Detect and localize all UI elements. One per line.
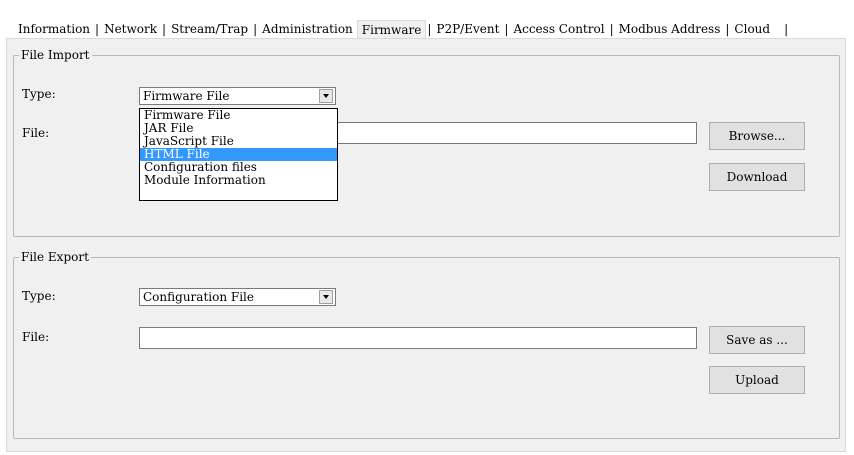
import-file-label: File:	[22, 126, 50, 140]
export-file-input[interactable]	[139, 327, 697, 349]
tab-cloud[interactable]: Cloud	[730, 21, 774, 37]
dropdown-option-module-information[interactable]: Module Information	[140, 174, 337, 187]
import-type-label: Type:	[22, 87, 56, 101]
download-button[interactable]: Download	[709, 163, 805, 191]
file-export-legend: File Export	[19, 249, 91, 265]
tab-p2p-event[interactable]: P2P/Event	[432, 21, 503, 37]
tab-network[interactable]: Network	[100, 21, 161, 37]
file-import-legend: File Import	[19, 47, 92, 63]
save-as-button[interactable]: Save as ...	[709, 326, 805, 354]
upload-button[interactable]: Upload	[709, 366, 805, 394]
export-type-select[interactable]: Configuration File	[139, 288, 336, 306]
export-type-value: Configuration File	[143, 290, 254, 304]
import-type-select[interactable]: Firmware File	[139, 87, 336, 105]
tab-access-control[interactable]: Access Control	[509, 21, 608, 37]
export-file-label: File:	[22, 330, 50, 344]
tab-separator: |	[784, 22, 789, 36]
tab-administration[interactable]: Administration	[258, 21, 357, 37]
tab-stream-trap[interactable]: Stream/Trap	[167, 21, 252, 37]
tab-modbus-address[interactable]: Modbus Address	[615, 21, 725, 37]
tab-information[interactable]: Information	[14, 21, 94, 37]
browse-button[interactable]: Browse...	[709, 122, 805, 150]
import-type-dropdown-list: Firmware File JAR File JavaScript File H…	[139, 108, 338, 201]
export-type-label: Type:	[22, 289, 56, 303]
chevron-down-icon[interactable]	[319, 290, 333, 304]
import-type-value: Firmware File	[143, 89, 230, 103]
chevron-down-icon[interactable]	[319, 89, 333, 103]
tab-bar: Information | Network | Stream/Trap | Admin…	[14, 20, 814, 39]
tab-firmware[interactable]: Firmware	[356, 20, 427, 39]
